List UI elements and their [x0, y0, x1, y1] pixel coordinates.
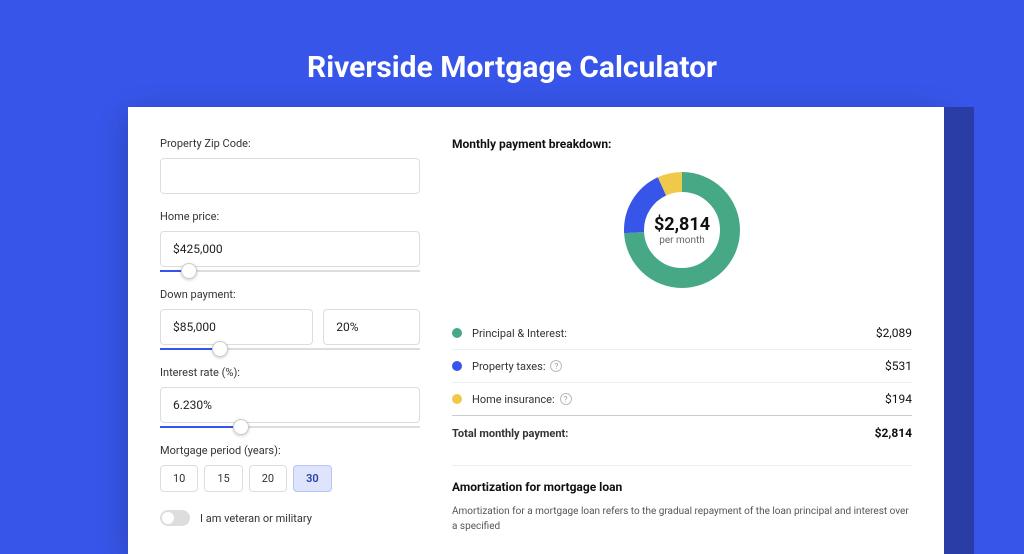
- legend-dot-icon: [452, 361, 462, 371]
- veteran-label: I am veteran or military: [200, 512, 312, 525]
- donut-sublabel: per month: [654, 235, 710, 246]
- inputs-panel: Property Zip Code: Home price: Down paym…: [160, 137, 420, 534]
- breakdown-item-value: $194: [885, 392, 912, 406]
- zip-input[interactable]: [160, 158, 420, 194]
- zip-label: Property Zip Code:: [160, 137, 420, 150]
- breakdown-item-label: Principal & Interest:: [472, 327, 567, 340]
- breakdown-row: Property taxes: ? $531: [452, 349, 912, 382]
- amortization-text: Amortization for a mortgage loan refers …: [452, 504, 912, 534]
- payment-donut-chart: $2,814 per month: [617, 165, 747, 295]
- total-label: Total monthly payment:: [452, 427, 568, 440]
- donut-amount: $2,814: [654, 214, 710, 235]
- down-payment-label: Down payment:: [160, 288, 420, 301]
- interest-rate-label: Interest rate (%):: [160, 366, 420, 379]
- breakdown-row: Home insurance: ? $194: [452, 382, 912, 415]
- breakdown-item-value: $2,089: [876, 326, 912, 340]
- breakdown-row: Principal & Interest: $2,089: [452, 317, 912, 349]
- decorative-strip: [944, 107, 974, 554]
- page-title: Riverside Mortgage Calculator: [0, 50, 1024, 85]
- home-price-label: Home price:: [160, 210, 420, 223]
- interest-rate-input[interactable]: [160, 387, 420, 423]
- down-payment-amount-input[interactable]: [160, 309, 313, 345]
- breakdown-item-label: Property taxes: ?: [472, 360, 562, 373]
- veteran-toggle[interactable]: [160, 510, 190, 526]
- interest-rate-slider[interactable]: [160, 426, 420, 428]
- period-chip-30[interactable]: 30: [293, 465, 332, 492]
- period-chip-10[interactable]: 10: [160, 465, 198, 492]
- amortization-title: Amortization for mortgage loan: [452, 480, 912, 494]
- down-payment-slider[interactable]: [160, 348, 420, 350]
- help-icon[interactable]: ?: [560, 393, 572, 405]
- breakdown-item-label: Home insurance: ?: [472, 393, 572, 406]
- total-value: $2,814: [875, 426, 912, 440]
- breakdown-item-value: $531: [885, 359, 912, 373]
- mortgage-period-chips: 1015 2030: [160, 465, 420, 492]
- breakdown-title: Monthly payment breakdown:: [452, 137, 912, 151]
- help-icon[interactable]: ?: [550, 360, 562, 372]
- mortgage-period-label: Mortgage period (years):: [160, 444, 420, 457]
- down-payment-percent-input[interactable]: [323, 309, 420, 345]
- breakdown-panel: Monthly payment breakdown: $2,814 per mo…: [452, 137, 912, 534]
- calculator-card: Property Zip Code: Home price: Down paym…: [128, 107, 944, 554]
- home-price-slider[interactable]: [160, 270, 420, 272]
- period-chip-15[interactable]: 15: [204, 465, 242, 492]
- home-price-input[interactable]: [160, 231, 420, 267]
- legend-dot-icon: [452, 394, 462, 404]
- legend-dot-icon: [452, 328, 462, 338]
- period-chip-20[interactable]: 20: [249, 465, 287, 492]
- breakdown-total-row: Total monthly payment: $2,814: [452, 415, 912, 449]
